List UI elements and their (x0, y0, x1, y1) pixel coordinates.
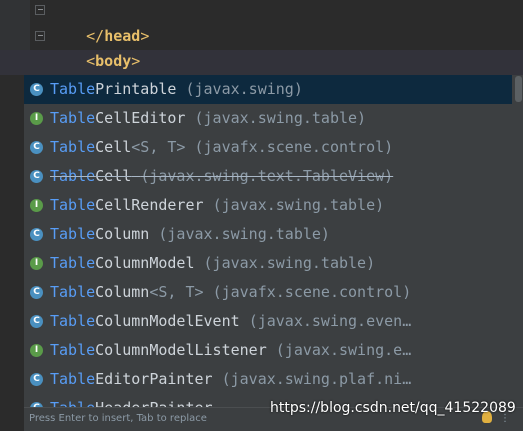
completion-item[interactable]: I TableCellEditor (javax.swing.table) (24, 104, 512, 133)
class-icon: C (30, 141, 43, 154)
item-package: (javax.swing.text.TableView) (140, 167, 394, 185)
item-package: (javafx.scene.control) (212, 283, 412, 301)
item-package: (javax.swing.e… (275, 341, 412, 359)
matched-prefix: Table (50, 254, 96, 272)
item-name-rest: ColumnModelListener (95, 341, 267, 359)
completion-item[interactable]: C TableCell (javax.swing.text.TableView) (24, 162, 512, 191)
matched-prefix: Table (50, 312, 96, 330)
code-line-typed[interactable]: table (50, 51, 133, 96)
completion-item-text: TableColumn (javax.swing.table) (50, 220, 330, 249)
completion-list[interactable]: C TablePrintable (javax.swing) I TableCellE… (24, 75, 512, 423)
item-package: (javax.swing.table) (194, 109, 367, 127)
completion-item[interactable]: I TableColumnModelListener (javax.swing.e… (24, 336, 512, 365)
completion-scrollbar[interactable] (512, 75, 523, 430)
item-name-rest: Printable (95, 80, 177, 98)
item-generics: <S, T> (131, 138, 186, 156)
completion-item-text: TableColumn<S, T> (javafx.scene.control) (50, 278, 411, 307)
item-name-rest: ColumnModel (95, 254, 195, 272)
item-package: (javafx.scene.control) (194, 138, 394, 156)
completion-item[interactable]: I TableColumnModel (javax.swing.table) (24, 249, 512, 278)
item-name-rest: Cell (95, 167, 132, 185)
item-name-rest: ColumnModelEvent (95, 312, 240, 330)
interface-icon: I (30, 257, 43, 270)
completion-item[interactable]: I TableCellRenderer (javax.swing.table) (24, 191, 512, 220)
fold-marker-icon[interactable] (35, 5, 45, 15)
matched-prefix: Table (50, 109, 96, 127)
watermark: https://blog.csdn.net/qq_41522089 (270, 400, 516, 416)
completion-item-text: TableCellEditor (javax.swing.table) (50, 104, 366, 133)
matched-prefix: Table (50, 167, 96, 185)
matched-prefix: Table (50, 225, 96, 243)
item-name-rest: CellEditor (95, 109, 186, 127)
completion-item-text: TablePrintable (javax.swing) (50, 75, 303, 104)
completion-item[interactable]: C TableColumn (javax.swing.table) (24, 220, 512, 249)
matched-prefix: Table (50, 283, 96, 301)
item-generics: <S, T> (149, 283, 204, 301)
code-line-body[interactable]: <body> (50, 25, 140, 70)
completion-item[interactable]: C TablePrintable (javax.swing) (24, 75, 512, 104)
item-package: (javax.swing.even… (248, 312, 412, 330)
completion-item-text: TableCellRenderer (javax.swing.table) (50, 191, 384, 220)
completion-item-text: TableCell (javax.swing.text.TableView) (50, 162, 393, 191)
item-package: (javax.swing.table) (158, 225, 330, 243)
interface-icon: I (30, 199, 43, 212)
code-line-head[interactable]: </head> (50, 0, 149, 45)
completion-item[interactable]: C TableColumnModelEvent (javax.swing.even… (24, 307, 512, 336)
completion-hint: Press Enter to insert, Tab to replace (29, 413, 207, 424)
matched-prefix: Table (50, 80, 96, 98)
item-name-rest: EditorPainter (95, 370, 213, 388)
item-name-rest: Column (95, 283, 150, 301)
completion-item[interactable]: C TableEditorPainter (javax.swing.plaf.ni… (24, 365, 512, 394)
class-icon: C (30, 83, 43, 96)
item-name-rest: CellRenderer (95, 196, 204, 214)
matched-prefix: Table (50, 138, 96, 156)
scrollbar-thumb[interactable] (515, 76, 522, 102)
item-name-rest: Column (95, 225, 150, 243)
matched-prefix: Table (50, 196, 96, 214)
completion-item[interactable]: C TableCell<S, T> (javafx.scene.control) (24, 133, 512, 162)
class-icon: C (30, 315, 43, 328)
class-icon: C (30, 170, 43, 183)
fold-marker-icon[interactable] (35, 31, 45, 41)
matched-prefix: Table (50, 341, 96, 359)
class-icon: C (30, 373, 43, 386)
completion-item-text: TableColumnModelListener (javax.swing.e… (50, 336, 411, 365)
completion-item-text: TableColumnModelEvent (javax.swing.even… (50, 307, 411, 336)
completion-item-text: TableCell<S, T> (javafx.scene.control) (50, 133, 393, 162)
interface-icon: I (30, 344, 43, 357)
interface-icon: I (30, 112, 43, 125)
completion-item[interactable]: C TableColumn<S, T> (javafx.scene.control… (24, 278, 512, 307)
item-package: (javax.swing.table) (203, 254, 376, 272)
completion-popup[interactable]: C TablePrintable (javax.swing) I TableCellE… (24, 75, 523, 430)
class-icon: C (30, 228, 43, 241)
item-package: (javax.swing.table) (212, 196, 385, 214)
item-package: (javax.swing.plaf.ni… (221, 370, 412, 388)
class-icon: C (30, 286, 43, 299)
item-name-rest: Cell (95, 138, 132, 156)
completion-item-text: TableColumnModel (javax.swing.table) (50, 249, 375, 278)
completion-item-text: TableEditorPainter (javax.swing.plaf.ni… (50, 365, 411, 394)
item-package: (javax.swing) (185, 80, 303, 98)
matched-prefix: Table (50, 370, 96, 388)
